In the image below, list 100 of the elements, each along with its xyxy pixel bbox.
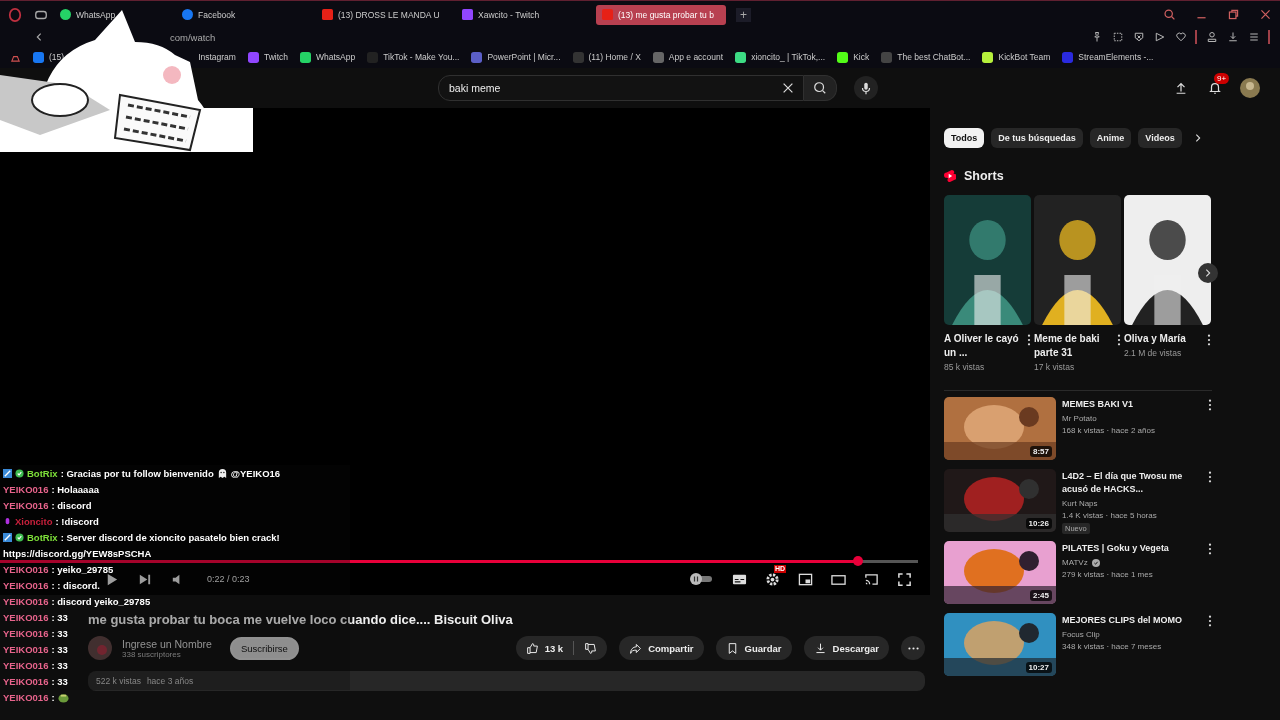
new-tab-button[interactable]: + — [736, 7, 751, 22]
video-title[interactable]: PILATES | Goku y Vegeta — [1062, 542, 1202, 555]
chat-message: : 33 — [51, 611, 68, 623]
more-icon[interactable] — [1207, 334, 1211, 346]
heart-icon[interactable] — [1175, 31, 1187, 43]
channel-name[interactable]: Kurt Naps — [1062, 499, 1098, 508]
next-button[interactable] — [1198, 263, 1218, 283]
share-button[interactable]: Compartir — [619, 636, 704, 660]
channel-name[interactable]: MATVz — [1062, 558, 1088, 567]
short-title[interactable]: Oliva y María — [1124, 332, 1202, 346]
subscribe-button[interactable]: Suscribirse — [229, 636, 299, 660]
chat-username: YEIKO016 — [3, 627, 49, 639]
bookmark[interactable]: Instagram — [198, 52, 236, 62]
channel-name[interactable]: Ingrese un Nombre — [122, 637, 212, 650]
video-title[interactable]: MEJORES CLIPS del MOMO — [1062, 614, 1202, 627]
short-title[interactable]: A Oliver le cayó un ... — [944, 332, 1022, 360]
chat-message: : 33 — [51, 627, 68, 639]
description-box[interactable]: 522 k vistas hace 3 años — [88, 671, 925, 691]
chat-message: : 33 — [51, 675, 68, 687]
more-icon[interactable] — [1208, 543, 1212, 555]
address-field[interactable]: com/watch — [170, 31, 216, 43]
bookmark[interactable]: KickBot Team — [982, 51, 1051, 63]
site-icon — [322, 9, 333, 20]
clear-icon[interactable] — [781, 81, 795, 95]
chat-message: : discord yeiko_29785 — [51, 595, 151, 607]
send-icon[interactable] — [1154, 31, 1166, 43]
browser-tab[interactable]: (13) me gusta probar tu b — [596, 4, 726, 25]
filter-chip[interactable]: Anime — [1089, 128, 1132, 148]
search-field[interactable]: baki meme — [438, 75, 804, 101]
site-icon — [652, 51, 664, 63]
thumbs-up-icon — [525, 641, 539, 655]
bookmark[interactable]: PowerPoint | Micr... — [471, 51, 561, 63]
search-button[interactable] — [804, 75, 837, 101]
bookmark[interactable]: Twitch — [247, 51, 288, 63]
notifications-icon[interactable] — [1208, 81, 1222, 95]
filter-chip[interactable]: Todos — [944, 128, 985, 148]
avatar-icon[interactable] — [1240, 78, 1260, 98]
pin-icon[interactable] — [1091, 31, 1103, 43]
fullscreen-icon[interactable] — [897, 571, 912, 587]
more-icon[interactable] — [1208, 615, 1212, 627]
more-icon[interactable] — [1208, 471, 1212, 483]
bookmark[interactable]: TikTok - Make You... — [367, 51, 460, 63]
browser-tab[interactable]: WhatsApp — [54, 4, 166, 25]
site-icon — [33, 51, 44, 63]
download-icon[interactable] — [1227, 31, 1239, 43]
chat-link[interactable]: https://discord.gg/YEW8sPSCHA — [3, 547, 152, 559]
site-icon — [572, 51, 584, 63]
site-icon — [602, 9, 613, 20]
view-count: 85 k vistas — [944, 362, 986, 372]
upload-icon[interactable] — [1174, 81, 1188, 95]
browser-tab[interactable]: Facebook — [176, 4, 306, 25]
back-icon[interactable] — [34, 32, 44, 42]
miniplayer-icon[interactable] — [798, 571, 813, 587]
bookmark[interactable]: xioncito_ | TikTok,... — [735, 51, 826, 63]
view-count: 2.1 M de vistas — [1124, 348, 1183, 358]
progress-handle[interactable] — [853, 556, 864, 566]
bookmark[interactable]: WhatsApp — [300, 51, 356, 63]
chat-message: : Gracias por tu follow bienvenido — [60, 467, 214, 479]
profile-icon[interactable] — [1206, 31, 1218, 43]
restore-icon[interactable] — [1227, 8, 1240, 21]
browser-tab[interactable]: (13) DROSS LE MANDA U — [316, 4, 446, 25]
browser-tab[interactable]: Xawcito - Twitch — [456, 4, 586, 25]
bookmark[interactable]: Kick — [837, 51, 870, 63]
video-title[interactable]: MEMES BAKI V1 — [1062, 398, 1202, 411]
filter-chip[interactable]: Videos — [1138, 128, 1182, 148]
short-title[interactable]: Meme de baki parte 31 — [1034, 332, 1112, 360]
video-title[interactable]: L4D2 – El día que Twosu me acusó de HACKS... — [1062, 470, 1202, 496]
filter-chip[interactable]: De tus búsquedas — [991, 128, 1083, 148]
site-icon — [837, 51, 849, 63]
bookmark[interactable]: App e account — [652, 51, 724, 63]
bot-badge-icon — [3, 532, 12, 542]
video-stats: 348 k vistas · hace 7 meses — [1062, 642, 1163, 651]
video-stats: 279 k vistas · hace 1 mes — [1062, 570, 1154, 579]
shield-icon[interactable] — [1133, 31, 1145, 43]
settings-icon[interactable] — [765, 571, 780, 587]
bookmark[interactable]: StreamElements -... — [1062, 51, 1154, 63]
download-button[interactable]: Descargar — [803, 636, 889, 660]
subscriber-count: 338 suscriptores — [122, 649, 182, 659]
menu-icon[interactable] — [1248, 31, 1260, 43]
more-icon[interactable] — [1027, 334, 1031, 346]
browser-logo-icon[interactable] — [8, 7, 22, 22]
more-icon[interactable] — [1117, 334, 1121, 346]
site-icon — [462, 9, 473, 20]
channel-name[interactable]: Mr Potato — [1062, 414, 1097, 423]
bookmark[interactable]: (11) Home / X — [572, 51, 641, 63]
cast-icon[interactable] — [864, 571, 879, 587]
voice-search-button[interactable] — [854, 76, 878, 100]
screenshot-icon[interactable] — [1112, 31, 1124, 43]
autoplay-toggle[interactable] — [690, 573, 714, 585]
bookmark[interactable]: (15) — [33, 51, 65, 63]
chat-username: YEIKO016 — [3, 611, 49, 623]
channel-name[interactable]: Focus Clip — [1062, 630, 1100, 639]
verified-icon — [15, 532, 24, 542]
bookmark[interactable]: The best ChatBot... — [881, 51, 971, 63]
more-icon[interactable] — [1208, 399, 1212, 411]
save-button[interactable]: Guardar — [715, 636, 792, 660]
section-title: Shorts — [964, 169, 1004, 183]
more-button[interactable] — [901, 636, 925, 660]
close-icon[interactable] — [1259, 8, 1272, 21]
search-icon[interactable] — [1163, 8, 1176, 21]
